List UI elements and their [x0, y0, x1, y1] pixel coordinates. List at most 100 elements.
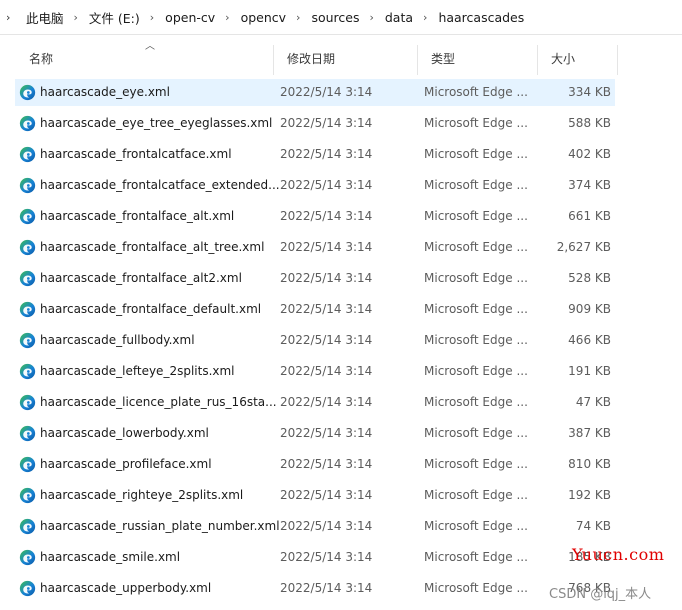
file-row[interactable]: haarcascade_frontalface_alt_tree.xml 202… [15, 233, 619, 264]
file-name[interactable]: haarcascade_lefteye_2splits.xml [40, 364, 235, 378]
file-date: 2022/5/14 3:14 [280, 364, 373, 378]
file-type: Microsoft Edge ... [424, 364, 528, 378]
breadcrumb-item[interactable]: haarcascades [438, 10, 524, 25]
author-watermark: CSDN @lqj_本人 [549, 587, 652, 602]
file-size: 47 KB [575, 395, 611, 409]
edge-browser-icon [19, 208, 36, 225]
file-name[interactable]: haarcascade_frontalface_alt_tree.xml [40, 240, 264, 254]
edge-browser-icon [19, 270, 36, 287]
column-size[interactable]: 大小 [537, 45, 617, 73]
file-row[interactable]: haarcascade_frontalface_alt.xml 2022/5/1… [15, 202, 619, 233]
chevron-right-icon[interactable]: › [6, 11, 16, 24]
file-name[interactable]: haarcascade_eye.xml [40, 85, 170, 99]
breadcrumb: › 此电脑 › 文件 (E:) › open-cv › opencv › sources › dat… [0, 0, 682, 35]
file-name[interactable]: haarcascade_fullbody.xml [40, 333, 195, 347]
file-date: 2022/5/14 3:14 [280, 333, 373, 347]
file-row[interactable]: haarcascade_frontalface_default.xml 2022… [15, 295, 619, 326]
edge-browser-icon [19, 363, 36, 380]
breadcrumb-item[interactable]: 此电脑 [26, 8, 64, 27]
file-row[interactable]: haarcascade_profileface.xml 2022/5/14 3:… [15, 450, 619, 481]
breadcrumb-item[interactable]: 文件 (E:) [89, 8, 140, 27]
file-name[interactable]: haarcascade_lowerbody.xml [40, 426, 209, 440]
file-row[interactable]: haarcascade_frontalface_alt2.xml 2022/5/… [15, 264, 619, 295]
file-date: 2022/5/14 3:14 [280, 178, 373, 192]
file-size: 74 KB [575, 519, 611, 533]
file-row[interactable]: haarcascade_frontalcatface.xml 2022/5/14… [15, 140, 619, 171]
breadcrumb-item[interactable]: open-cv [165, 10, 215, 25]
chevron-right-icon[interactable]: › [423, 11, 427, 24]
edge-browser-icon [19, 425, 36, 442]
file-name[interactable]: haarcascade_smile.xml [40, 550, 180, 564]
file-type: Microsoft Edge ... [424, 147, 528, 161]
column-divider[interactable] [617, 45, 618, 75]
file-row[interactable]: haarcascade_righteye_2splits.xml 2022/5/… [15, 481, 619, 512]
file-name[interactable]: haarcascade_frontalface_default.xml [40, 302, 261, 316]
file-row[interactable]: haarcascade_upperbody.xml 2022/5/14 3:14… [15, 574, 619, 605]
file-date: 2022/5/14 3:14 [280, 488, 373, 502]
file-type: Microsoft Edge ... [424, 395, 528, 409]
file-date: 2022/5/14 3:14 [280, 116, 373, 130]
file-size: 466 KB [568, 333, 611, 347]
chevron-right-icon[interactable]: › [369, 11, 373, 24]
file-row[interactable]: haarcascade_fullbody.xml 2022/5/14 3:14 … [15, 326, 619, 357]
column-header: ︿ 名称 修改日期 类型 大小 [15, 41, 619, 75]
column-name[interactable]: 名称 [15, 45, 273, 73]
file-date: 2022/5/14 3:14 [280, 395, 373, 409]
file-name[interactable]: haarcascade_licence_plate_rus_16sta... [40, 395, 277, 409]
breadcrumb-item[interactable]: data [385, 10, 413, 25]
edge-browser-icon [19, 301, 36, 318]
file-name[interactable]: haarcascade_upperbody.xml [40, 581, 211, 595]
file-row[interactable]: haarcascade_frontalcatface_extended... 2… [15, 171, 619, 202]
edge-browser-icon [19, 115, 36, 132]
file-type: Microsoft Edge ... [424, 116, 528, 130]
edge-browser-icon [19, 456, 36, 473]
column-type[interactable]: 类型 [417, 45, 537, 73]
file-size: 909 KB [568, 302, 611, 316]
file-type: Microsoft Edge ... [424, 271, 528, 285]
file-type: Microsoft Edge ... [424, 426, 528, 440]
file-name[interactable]: haarcascade_frontalface_alt2.xml [40, 271, 242, 285]
file-date: 2022/5/14 3:14 [280, 426, 373, 440]
file-row[interactable]: haarcascade_russian_plate_number.xml 202… [15, 512, 619, 543]
edge-browser-icon [19, 518, 36, 535]
chevron-right-icon[interactable]: › [150, 11, 154, 24]
file-name[interactable]: haarcascade_frontalcatface.xml [40, 147, 232, 161]
file-date: 2022/5/14 3:14 [280, 147, 373, 161]
file-list: haarcascade_eye.xml 2022/5/14 3:14 Micro… [15, 78, 619, 605]
breadcrumb-item[interactable]: opencv [241, 10, 286, 25]
file-type: Microsoft Edge ... [424, 302, 528, 316]
file-date: 2022/5/14 3:14 [280, 581, 373, 595]
file-row[interactable]: haarcascade_lowerbody.xml 2022/5/14 3:14… [15, 419, 619, 450]
file-type: Microsoft Edge ... [424, 178, 528, 192]
file-name[interactable]: haarcascade_profileface.xml [40, 457, 212, 471]
file-name[interactable]: haarcascade_eye_tree_eyeglasses.xml [40, 116, 272, 130]
file-row[interactable]: haarcascade_licence_plate_rus_16sta... 2… [15, 388, 619, 419]
file-row[interactable]: haarcascade_eye_tree_eyeglasses.xml 2022… [15, 109, 619, 140]
breadcrumb-item[interactable]: sources [311, 10, 359, 25]
file-size: 2,627 KB [556, 240, 611, 254]
edge-browser-icon [19, 580, 36, 597]
file-size: 661 KB [568, 209, 611, 223]
file-size: 810 KB [568, 457, 611, 471]
file-type: Microsoft Edge ... [424, 488, 528, 502]
edge-browser-icon [19, 146, 36, 163]
file-type: Microsoft Edge ... [424, 457, 528, 471]
file-row[interactable]: haarcascade_smile.xml 2022/5/14 3:14 Mic… [15, 543, 619, 574]
file-date: 2022/5/14 3:14 [280, 271, 373, 285]
file-row[interactable]: haarcascade_lefteye_2splits.xml 2022/5/1… [15, 357, 619, 388]
edge-browser-icon [19, 549, 36, 566]
chevron-right-icon[interactable]: › [296, 11, 300, 24]
file-size: 528 KB [568, 271, 611, 285]
file-type: Microsoft Edge ... [424, 209, 528, 223]
file-name[interactable]: haarcascade_frontalcatface_extended... [40, 178, 280, 192]
file-date: 2022/5/14 3:14 [280, 457, 373, 471]
file-size: 588 KB [568, 116, 611, 130]
file-row[interactable]: haarcascade_eye.xml 2022/5/14 3:14 Micro… [15, 78, 619, 109]
column-date[interactable]: 修改日期 [273, 45, 417, 73]
chevron-right-icon[interactable]: › [225, 11, 229, 24]
file-name[interactable]: haarcascade_russian_plate_number.xml [40, 519, 280, 533]
file-name[interactable]: haarcascade_frontalface_alt.xml [40, 209, 234, 223]
file-date: 2022/5/14 3:14 [280, 85, 373, 99]
chevron-right-icon[interactable]: › [74, 11, 78, 24]
file-name[interactable]: haarcascade_righteye_2splits.xml [40, 488, 243, 502]
